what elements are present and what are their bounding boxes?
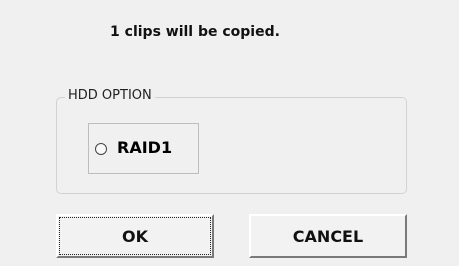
- copy-message: 1 clips will be copied.: [110, 24, 280, 40]
- copy-clips-dialog: 1 clips will be copied. HDD OPTION RAID1…: [0, 0, 459, 266]
- ok-button[interactable]: OK: [56, 214, 214, 258]
- hdd-option-legend: HDD OPTION: [65, 88, 155, 103]
- cancel-button[interactable]: CANCEL: [249, 214, 407, 258]
- raid1-label: RAID1: [117, 138, 173, 157]
- raid1-option[interactable]: RAID1: [88, 123, 199, 174]
- hdd-option-group: HDD OPTION RAID1: [56, 88, 407, 194]
- raid1-radio-button[interactable]: [95, 143, 107, 155]
